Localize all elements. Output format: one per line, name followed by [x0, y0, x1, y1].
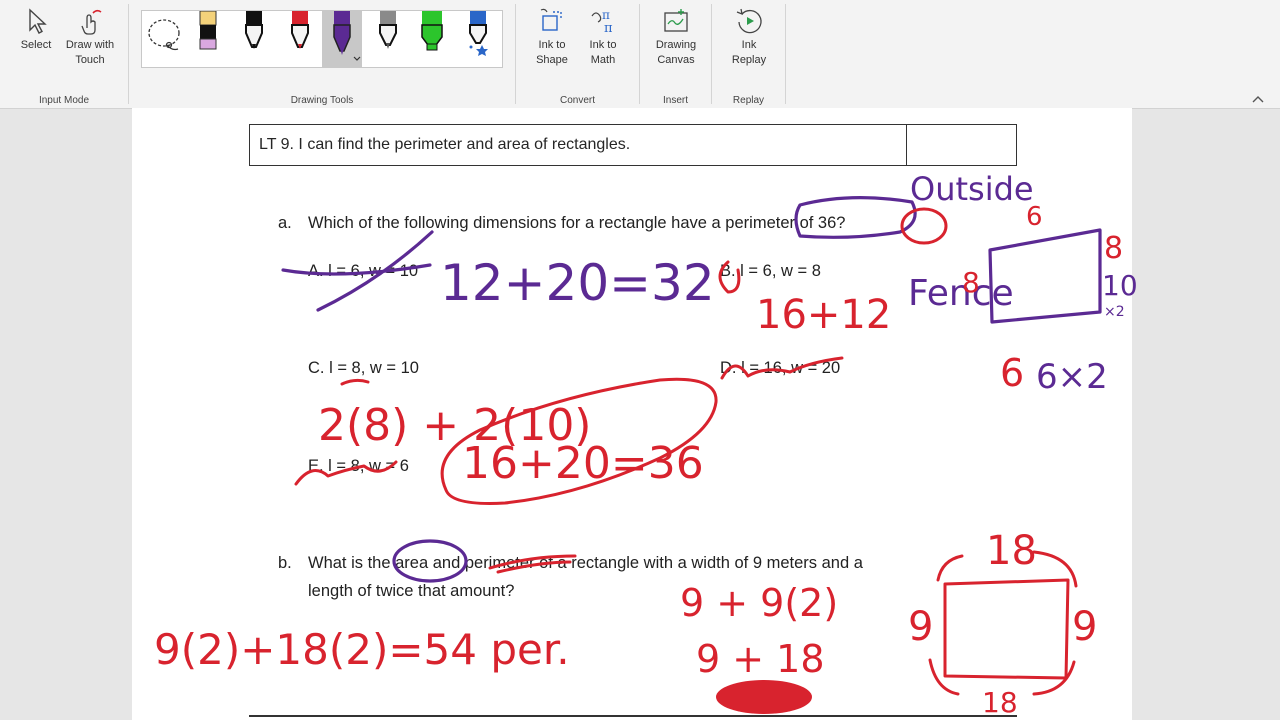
- strike-option-e: [294, 460, 398, 486]
- ink-6-top: 6: [1026, 202, 1043, 232]
- ink-fence: Fence: [908, 273, 1014, 314]
- ink-8-left: 8: [962, 266, 980, 299]
- ink-9-plus-9-2: 9 + 9(2): [680, 581, 838, 625]
- ink-x2: ×2: [1104, 304, 1125, 320]
- ink-outside: Outside: [910, 170, 1034, 208]
- circle-area: [392, 539, 468, 583]
- strike-perimeter: [488, 554, 577, 574]
- ink-9-left: 9: [908, 604, 933, 650]
- ink-18-bottom: 18: [982, 686, 1018, 719]
- ink-6-bottom: 6: [1000, 351, 1024, 395]
- ink-9-right: 9: [1072, 604, 1097, 650]
- ink-perimeter-54: 9(2)+18(2)=54 per.: [154, 625, 570, 674]
- ink-16-12: 16+12: [756, 292, 891, 338]
- ink-18-top: 18: [986, 528, 1037, 574]
- ink-layer: 12+20=32 Outside Fence 10 ×2 6×2 6 8 8 6…: [154, 170, 1138, 719]
- strike-option-a: [281, 263, 432, 276]
- ink-equation-12-20-32: 12+20=32: [440, 254, 715, 312]
- area-rectangle: [943, 578, 1070, 680]
- mark-option-b: [718, 260, 741, 294]
- ink-10: 10: [1102, 269, 1138, 302]
- circle-perimeter: [794, 196, 917, 239]
- strike-option-d: [720, 356, 844, 380]
- ink-dash: [340, 378, 370, 386]
- ink-8-right: 8: [1104, 231, 1123, 266]
- scribble-blob: [716, 680, 812, 714]
- ink-16-20-36: 16+20=36: [462, 438, 704, 489]
- ink-6x2: 6×2: [1036, 357, 1108, 397]
- ink-9-plus-18: 9 + 18: [696, 637, 825, 681]
